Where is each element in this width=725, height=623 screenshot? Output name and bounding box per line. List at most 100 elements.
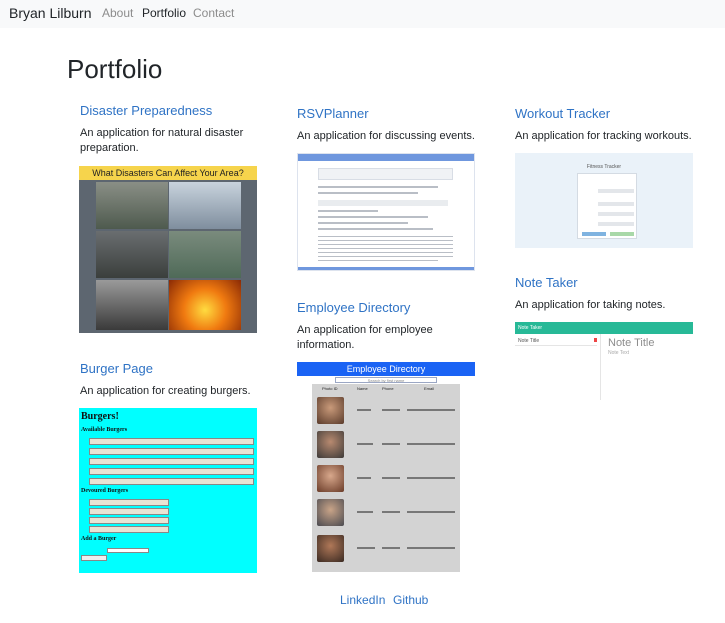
note-title-link[interactable]: Note Taker xyxy=(515,275,578,290)
rsvp-text-line xyxy=(318,210,378,212)
burger-thumb-header: Burgers! xyxy=(81,411,119,422)
employee-photo xyxy=(317,397,344,424)
employee-phone-text xyxy=(382,443,400,445)
flood-image xyxy=(96,182,168,229)
workout-thumbnail[interactable]: Fitness Tracker xyxy=(515,153,693,248)
workout-input xyxy=(598,189,634,193)
employee-email-text xyxy=(407,477,455,479)
hurricane-image xyxy=(169,231,241,278)
rsvp-text-line xyxy=(318,228,433,230)
note-description: An application for taking notes. xyxy=(515,299,666,311)
employee-email-text xyxy=(407,511,455,513)
nav-portfolio-link[interactable]: Portfolio xyxy=(142,6,186,20)
employee-thumb-table: Photo ID Name Phone Email xyxy=(312,384,460,572)
workout-input xyxy=(598,202,634,206)
column-header: Email xyxy=(424,386,435,391)
devoured-row xyxy=(89,526,169,533)
employee-title-link[interactable]: Employee Directory xyxy=(297,300,410,315)
note-thumb-navbar: Note Taker xyxy=(515,322,693,334)
delete-icon xyxy=(594,338,597,342)
employee-phone-text xyxy=(382,547,400,549)
employee-thumb-search: Search by first name xyxy=(335,377,437,383)
rsvp-input-line xyxy=(318,200,448,206)
rsvp-thumb-jumbotron xyxy=(318,168,453,180)
employee-phone-text xyxy=(382,409,400,411)
workout-thumb-header: Fitness Tracker xyxy=(586,164,622,170)
burger-thumb-add: Add a Burger xyxy=(81,536,117,542)
disaster-title-link[interactable]: Disaster Preparedness xyxy=(80,103,212,118)
rsvp-thumb-navbar xyxy=(298,154,474,161)
burger-name-input xyxy=(107,548,149,553)
column-header: Phone xyxy=(382,386,394,391)
burger-row xyxy=(89,438,254,445)
employee-name-text xyxy=(357,477,371,479)
page-title: Portfolio xyxy=(67,54,163,84)
rsvp-text-line xyxy=(318,236,453,237)
workout-button xyxy=(582,232,606,236)
github-link[interactable]: Github xyxy=(393,593,428,607)
employee-name-text xyxy=(357,443,373,445)
burger-row xyxy=(89,468,254,475)
disaster-thumb-header: What Disasters Can Affect Your Area? xyxy=(79,166,257,180)
employee-phone-text xyxy=(382,511,400,513)
nav-about-link[interactable]: About xyxy=(102,6,133,20)
employee-thumbnail[interactable]: Employee Directory Search by first name … xyxy=(297,362,475,572)
rsvp-title-link[interactable]: RSVPlanner xyxy=(297,106,369,121)
rsvp-text-line xyxy=(318,222,408,224)
employee-photo xyxy=(317,431,344,458)
devoured-row xyxy=(89,508,169,515)
workout-title-link[interactable]: Workout Tracker xyxy=(515,106,610,121)
workout-input xyxy=(598,222,634,226)
employee-description: An application for employee information. xyxy=(297,324,433,351)
rsvp-text-line xyxy=(318,186,438,188)
rsvp-thumbnail[interactable] xyxy=(297,153,475,271)
burger-thumbnail[interactable]: Burgers! Available Burgers Devoured Burg… xyxy=(79,408,257,573)
linkedin-link[interactable]: LinkedIn xyxy=(340,593,385,607)
note-thumb-title: Note Title xyxy=(608,337,655,349)
employee-email-text xyxy=(407,409,455,411)
nav-contact-link[interactable]: Contact xyxy=(193,6,234,20)
employee-email-text xyxy=(407,547,455,549)
tornado-image xyxy=(96,231,168,278)
devoured-row xyxy=(89,499,169,506)
rsvp-text-line xyxy=(318,244,453,245)
note-divider xyxy=(600,334,601,400)
workout-thumb-form xyxy=(577,173,637,239)
burger-thumb-devoured: Devoured Burgers xyxy=(81,488,129,494)
note-thumb-text: Note Text xyxy=(608,350,630,356)
rsvp-text-line xyxy=(318,260,438,261)
employee-name-text xyxy=(357,511,373,513)
workout-description: An application for tracking workouts. xyxy=(515,130,692,142)
create-burger-button xyxy=(81,555,107,561)
burger-description: An application for creating burgers. xyxy=(80,385,251,397)
employee-photo xyxy=(317,499,344,526)
rsvp-thumb-footer xyxy=(298,267,474,270)
employee-email-text xyxy=(407,443,455,445)
brand-link[interactable]: Bryan Lilburn xyxy=(9,5,92,21)
employee-thumb-header: Employee Directory xyxy=(297,362,475,376)
earthquake-image xyxy=(96,280,168,330)
rsvp-text-line xyxy=(318,256,453,257)
workout-input xyxy=(598,212,634,216)
workout-button xyxy=(610,232,634,236)
disaster-description: An application for natural disaster prep… xyxy=(80,127,244,154)
navbar: Bryan Lilburn About Portfolio Contact xyxy=(0,0,725,28)
rsvp-text-line xyxy=(318,252,453,253)
burger-title-link[interactable]: Burger Page xyxy=(80,361,153,376)
employee-phone-text xyxy=(382,477,400,479)
employee-photo xyxy=(317,465,344,492)
note-thumbnail[interactable]: Note Taker Note Title Note Title Note Te… xyxy=(515,322,693,400)
devoured-row xyxy=(89,517,169,524)
burger-row xyxy=(89,448,254,455)
rsvp-text-line xyxy=(318,248,453,249)
burger-thumb-available: Available Burgers xyxy=(81,427,128,433)
rsvp-description: An application for discussing events. xyxy=(297,130,475,142)
note-thumb-list-item: Note Title xyxy=(515,334,597,346)
burger-row xyxy=(89,478,254,485)
burger-row xyxy=(89,458,254,465)
disaster-thumbnail[interactable]: What Disasters Can Affect Your Area? xyxy=(79,166,257,333)
employee-name-text xyxy=(357,409,371,411)
rsvp-text-line xyxy=(318,192,418,194)
column-header: Photo ID xyxy=(322,386,338,391)
blizzard-image xyxy=(169,182,241,229)
